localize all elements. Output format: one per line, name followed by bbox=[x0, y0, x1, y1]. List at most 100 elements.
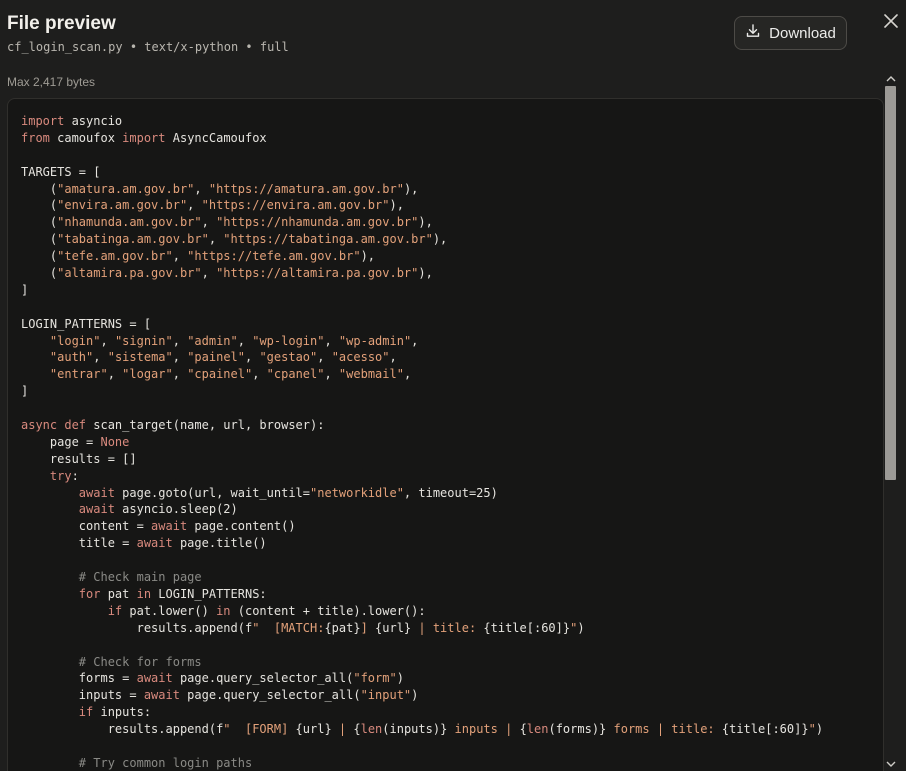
code-token: asyncio bbox=[64, 114, 123, 128]
code-token: , bbox=[172, 350, 188, 365]
code-token: page.content() bbox=[187, 519, 296, 534]
code-token: if bbox=[107, 603, 123, 618]
code-token: await bbox=[151, 519, 188, 534]
code-token: len bbox=[360, 722, 383, 737]
scrollbar-thumb[interactable] bbox=[885, 86, 896, 480]
code-token: , bbox=[172, 333, 188, 348]
code-preview[interactable]: import asyncio from camoufox import Async… bbox=[7, 98, 884, 771]
code-token: , bbox=[201, 266, 217, 281]
code-token: "nhamunda.am.gov.br" bbox=[57, 215, 202, 230]
code-token: ), bbox=[403, 181, 419, 196]
code-token: , timeout=25) bbox=[403, 485, 498, 500]
code-line: ] bbox=[21, 383, 823, 400]
code-token: "https://altamira.pa.gov.br" bbox=[216, 266, 419, 281]
code-token: ] bbox=[21, 282, 29, 297]
scroll-up-arrow-icon[interactable] bbox=[886, 75, 896, 83]
code-token: "form" bbox=[353, 671, 397, 686]
code-line: results = [] bbox=[21, 451, 823, 468]
code-token: page = bbox=[21, 434, 101, 449]
download-button[interactable]: Download bbox=[734, 16, 847, 50]
code-token: results = [] bbox=[21, 451, 137, 466]
code-line: "entrar", "logar", "cpainel", "cpanel", … bbox=[21, 366, 823, 383]
code-token: inputs: bbox=[93, 705, 152, 720]
code-token: "amatura.am.gov.br" bbox=[57, 181, 195, 196]
code-token: await bbox=[143, 688, 180, 703]
code-token: inputs = bbox=[21, 688, 144, 703]
code-token: ) bbox=[396, 671, 404, 686]
code-token: ( bbox=[21, 198, 58, 213]
code-token: { bbox=[353, 722, 361, 737]
scroll-down-arrow-icon[interactable] bbox=[886, 760, 896, 768]
code-token: results.append(f bbox=[21, 722, 224, 737]
code-token: in bbox=[136, 586, 152, 601]
code-token: content = bbox=[21, 519, 152, 534]
code-token: , bbox=[208, 232, 224, 247]
code-token: from bbox=[21, 130, 50, 145]
code-token: "envira.am.gov.br" bbox=[57, 198, 188, 213]
code-token: ( bbox=[21, 232, 58, 247]
code-token: ), bbox=[360, 249, 376, 264]
code-token: len bbox=[526, 722, 549, 737]
code-token: page.query_selector_all( bbox=[172, 671, 354, 686]
close-button[interactable] bbox=[881, 11, 901, 31]
code-token: {url} bbox=[295, 722, 332, 737]
code-token: , bbox=[100, 333, 115, 348]
code-token: {url} bbox=[375, 620, 412, 635]
code-token: "altamira.pa.gov.br" bbox=[57, 266, 202, 281]
code-token: ), bbox=[418, 215, 433, 230]
code-token: : bbox=[71, 468, 79, 483]
code-token: # Check for forms bbox=[78, 654, 202, 669]
code-line: # Check main page bbox=[21, 569, 823, 586]
code-line: "auth", "sistema", "painel", "gestao", "… bbox=[21, 349, 823, 366]
code-line: if pat.lower() in (content + title).lowe… bbox=[21, 603, 823, 620]
code-token: (content + title).lower(): bbox=[230, 603, 426, 618]
code-token: "tabatinga.am.gov.br" bbox=[57, 232, 209, 247]
code-token: for bbox=[78, 586, 101, 601]
code-token: ( bbox=[21, 266, 58, 281]
max-bytes-label: Max 2,417 bytes bbox=[7, 75, 96, 89]
code-token: "https://nhamunda.am.gov.br" bbox=[216, 215, 419, 230]
code-token: ) bbox=[577, 620, 585, 635]
code-token: # Check main page bbox=[78, 570, 202, 585]
close-icon bbox=[884, 14, 898, 28]
preview-header: File preview cf_login_scan.py • text/x-p… bbox=[0, 0, 906, 100]
code-line: page = None bbox=[21, 434, 823, 451]
code-token: "login" bbox=[49, 333, 101, 348]
code-line: from camoufox import AsyncCamoufox bbox=[21, 130, 823, 147]
code-token: , bbox=[172, 249, 188, 264]
code-token: "wp-admin" bbox=[338, 333, 412, 348]
code-token: page.query_selector_all( bbox=[179, 688, 361, 703]
code-token: page.title() bbox=[172, 536, 267, 551]
code-token: title = bbox=[21, 536, 137, 551]
download-icon bbox=[745, 23, 761, 43]
code-line: ("tabatinga.am.gov.br", "https://tabatin… bbox=[21, 231, 823, 248]
code-token: asyncio.sleep(2) bbox=[114, 502, 238, 517]
code-token: "cpainel" bbox=[187, 367, 253, 382]
code-token: # Try common login paths bbox=[78, 755, 253, 770]
code-token: "https://tabatinga.am.gov.br" bbox=[223, 232, 433, 247]
code-token: , bbox=[93, 350, 108, 365]
code-token: {pat} bbox=[324, 620, 361, 635]
code-token: "acesso" bbox=[331, 350, 390, 365]
code-token: scan_target(name, url, browser): bbox=[86, 418, 325, 433]
code-token: , bbox=[187, 198, 202, 213]
code-token: ] bbox=[21, 384, 29, 399]
code-token: "cpanel" bbox=[266, 367, 325, 382]
code-token: ), bbox=[389, 198, 404, 213]
code-token: ), bbox=[432, 232, 448, 247]
code-token: ] bbox=[360, 620, 376, 635]
file-meta: cf_login_scan.py • text/x-python • full bbox=[7, 40, 289, 54]
code-line: # Check for forms bbox=[21, 654, 823, 671]
code-token: , bbox=[324, 333, 339, 348]
